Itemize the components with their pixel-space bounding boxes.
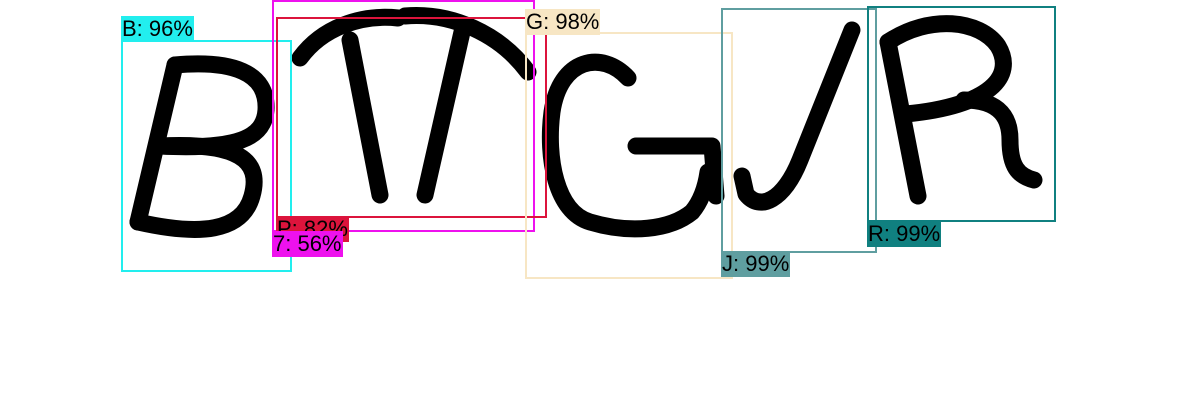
detection-box-r bbox=[867, 6, 1056, 222]
captcha-detection-canvas: B: 96% P: 82% 7: 56% G: 98% J: 99% R: 99… bbox=[0, 0, 1200, 420]
detection-box-g bbox=[525, 32, 733, 279]
detection-label-7: 7: 56% bbox=[272, 231, 343, 257]
detection-box-j bbox=[721, 8, 877, 253]
detection-label-r: R: 99% bbox=[867, 221, 942, 247]
detection-box-b bbox=[121, 40, 292, 272]
detection-label-j: J: 99% bbox=[721, 251, 791, 277]
detection-label-g: G: 98% bbox=[525, 9, 601, 35]
detection-box-p bbox=[276, 17, 547, 218]
detection-label-b: B: 96% bbox=[121, 16, 194, 42]
